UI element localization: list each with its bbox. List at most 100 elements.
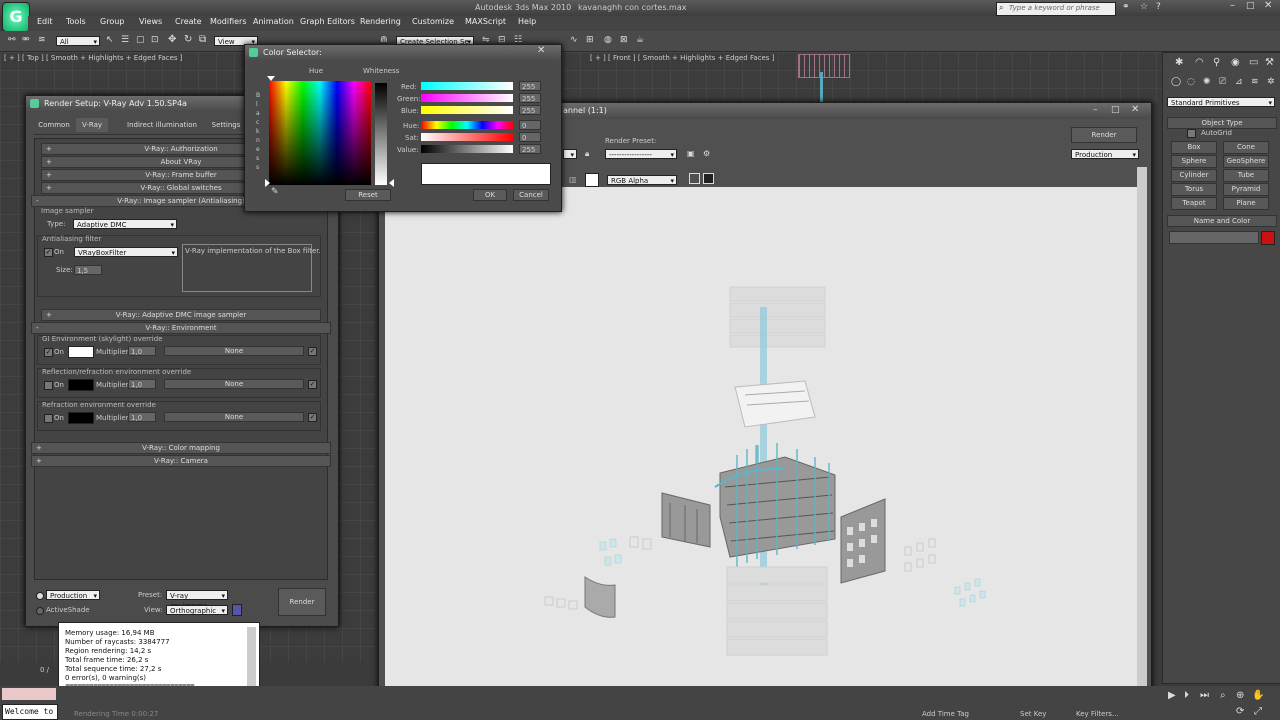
rollout-adaptive-dmc[interactable]: + V-Ray:: Adaptive DMC image sampler <box>41 309 321 321</box>
channel-swatch[interactable] <box>585 173 599 187</box>
pyramid-button[interactable]: Pyramid <box>1223 183 1269 196</box>
name-and-color-rollout[interactable]: Name and Color <box>1167 215 1277 227</box>
hue-marker[interactable] <box>267 76 275 81</box>
red-slider[interactable] <box>421 82 513 90</box>
schematic-icon[interactable]: ⊞ <box>586 35 594 45</box>
hierarchy-tab-icon[interactable]: ⚲ <box>1213 57 1220 68</box>
create-tab-icon[interactable]: ✱ <box>1175 57 1183 68</box>
blue-slider[interactable] <box>421 106 513 114</box>
add-time-tag[interactable]: Add Time Tag <box>922 710 969 718</box>
autogrid-checkbox[interactable] <box>1187 129 1196 138</box>
size-spinner[interactable]: 1,5 <box>74 265 102 275</box>
scale-icon[interactable]: ⧉ <box>199 34 206 45</box>
key-filters-button[interactable]: Key Filters... <box>1076 710 1119 718</box>
lock-view-icon[interactable] <box>232 604 242 616</box>
hue-slider[interactable] <box>421 121 513 129</box>
blue-spinner[interactable]: 255 <box>519 105 541 115</box>
front-viewport-label[interactable]: [ + ] [ Front ] [ Smooth + Highlights + … <box>590 54 774 62</box>
cone-button[interactable]: Cone <box>1223 141 1269 154</box>
selection-filter-dropdown[interactable]: All <box>56 36 100 47</box>
move-icon[interactable]: ✥ <box>168 34 176 45</box>
select-by-name-icon[interactable]: ☰ <box>121 35 129 45</box>
hue-blackness-picker[interactable] <box>269 81 371 185</box>
whiteness-slider[interactable] <box>375 83 387 185</box>
front-viewport[interactable]: [ + ] [ Front ] [ Smooth + Highlights + … <box>562 52 1162 102</box>
menu-animation[interactable]: Animation <box>253 17 294 26</box>
cancel-button[interactable]: Cancel <box>513 189 549 201</box>
set-key-label[interactable]: Set Key <box>1020 710 1046 718</box>
orbit-icon[interactable]: ⟳ <box>1236 706 1244 717</box>
green-slider[interactable] <box>421 94 513 102</box>
select-icon[interactable]: ↖ <box>106 35 114 45</box>
red-spinner[interactable]: 255 <box>519 81 541 91</box>
plane-button[interactable]: Plane <box>1223 197 1269 210</box>
frame-vscrollbar[interactable] <box>1137 167 1147 687</box>
motion-tab-icon[interactable]: ◉ <box>1231 57 1240 68</box>
maxscript-listener[interactable]: Welcome to <box>2 704 58 720</box>
cameras-icon[interactable]: ⎚ <box>1219 77 1226 87</box>
gi-env-map-button[interactable]: None <box>164 346 304 356</box>
tab-vray[interactable]: V-Ray <box>76 118 108 132</box>
geometry-icon[interactable]: ◯ <box>1171 77 1181 87</box>
eyedropper-icon[interactable]: ✎ <box>271 187 279 197</box>
render-teapot-icon[interactable]: ☕ <box>636 35 644 45</box>
utilities-tab-icon[interactable]: ⚒ <box>1265 57 1274 68</box>
top-viewport-label[interactable]: [ + ] [ Top ] [ Smooth + Highlights + Ed… <box>4 54 183 62</box>
menu-graph-editors[interactable]: Graph Editors <box>300 17 355 26</box>
app-logo-icon[interactable]: G <box>2 2 30 32</box>
frame-render-button[interactable]: Render <box>1071 127 1137 143</box>
maximize-button[interactable]: □ <box>1246 1 1255 11</box>
refraction-env-map-button[interactable]: None <box>164 412 304 422</box>
refraction-env-map-checkbox[interactable]: ✓ <box>308 413 317 422</box>
bind-icon[interactable]: ≋ <box>38 35 46 45</box>
menu-help[interactable]: Help <box>518 17 536 26</box>
primitive-type-dropdown[interactable]: Standard Primitives <box>1167 97 1275 108</box>
gi-env-color-swatch[interactable] <box>68 346 94 358</box>
frame-minimize-button[interactable]: – <box>1093 105 1098 115</box>
teapot-button[interactable]: Teapot <box>1171 197 1217 210</box>
star-icon[interactable]: ☆ <box>1140 2 1148 12</box>
object-type-rollout[interactable]: Object Type <box>1167 117 1277 129</box>
gi-env-multiplier-spinner[interactable]: 1,0 <box>128 346 156 356</box>
lights-icon[interactable]: ✺ <box>1203 77 1211 87</box>
menu-maxscript[interactable]: MAXScript <box>465 17 506 26</box>
minimize-button[interactable]: – <box>1230 0 1235 11</box>
refraction-env-color-swatch[interactable] <box>68 412 94 424</box>
value-spinner[interactable]: 255 <box>519 144 541 154</box>
search-input[interactable]: ⌕ Type a keyword or phrase <box>996 2 1116 16</box>
menu-views[interactable]: Views <box>139 17 162 26</box>
next-frame-icon[interactable]: ⏵ <box>1184 690 1189 701</box>
channel-toggle-icon[interactable]: ▥ <box>569 175 577 184</box>
frame-production-dropdown[interactable]: Production <box>1071 149 1139 160</box>
tab-common[interactable]: Common <box>34 118 74 132</box>
tab-settings[interactable]: Settings <box>206 118 246 132</box>
rollout-camera[interactable]: + V-Ray:: Camera <box>31 455 331 467</box>
view-dropdown[interactable]: Orthographic <box>166 605 228 616</box>
channel-dropdown[interactable]: RGB Alpha <box>607 175 677 186</box>
sat-slider[interactable] <box>421 133 513 141</box>
maximize-viewport-icon[interactable]: ⤢ <box>1254 706 1262 717</box>
render-preset-settings-icon[interactable]: ⚙ <box>703 149 710 158</box>
production-dropdown[interactable]: Production <box>46 590 100 601</box>
close-button[interactable]: ✕ <box>1264 0 1272 11</box>
frame-maximize-button[interactable]: □ <box>1111 105 1120 115</box>
gi-env-on-checkbox[interactable]: ✓ <box>44 348 53 357</box>
spacewarps-icon[interactable]: ≋ <box>1251 77 1259 87</box>
area-to-render-dropdown[interactable] <box>563 149 577 160</box>
sphere-button[interactable]: Sphere <box>1171 155 1217 168</box>
rollout-environment[interactable]: - V-Ray:: Environment <box>31 322 331 334</box>
help-icon[interactable]: ? <box>1156 2 1161 12</box>
sat-spinner[interactable]: 0 <box>519 132 541 142</box>
frame-close-button[interactable]: ✕ <box>1131 104 1139 115</box>
aa-filter-dropdown[interactable]: VRayBoxFilter <box>74 247 178 258</box>
preset-dropdown[interactable]: V-ray environme <box>166 590 228 610</box>
activeshade-radio[interactable] <box>36 607 44 615</box>
menu-group[interactable]: Group <box>100 17 124 26</box>
go-to-end-icon[interactable]: ⏭ <box>1200 690 1209 701</box>
render-canvas[interactable] <box>385 187 1137 693</box>
blackness-marker[interactable] <box>265 179 270 187</box>
value-slider[interactable] <box>421 145 513 153</box>
systems-icon[interactable]: ✲ <box>1267 77 1275 87</box>
menu-modifiers[interactable]: Modifiers <box>210 17 247 26</box>
render-setup-icon[interactable]: ⊠ <box>620 35 628 45</box>
